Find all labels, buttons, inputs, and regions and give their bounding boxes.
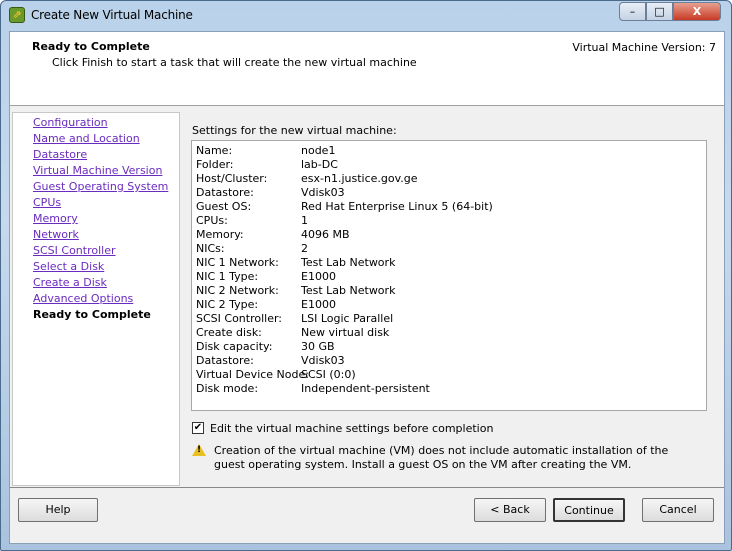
setting-value: Vdisk03 (301, 354, 345, 367)
settings-row: NIC 2 Type: E1000 (196, 298, 702, 312)
divider (10, 487, 724, 488)
nav-step-guest-operating-system[interactable]: Guest Operating System (33, 180, 168, 193)
setting-key: NIC 2 Type: (196, 298, 259, 311)
setting-key: Host/Cluster: (196, 172, 268, 185)
nav-step-ready-to-complete: Ready to Complete (33, 308, 151, 321)
minimize-button[interactable]: – (619, 2, 646, 21)
settings-row: NIC 2 Network: Test Lab Network (196, 284, 702, 298)
page-subtitle: Click Finish to start a task that will c… (52, 56, 417, 69)
settings-row: NIC 1 Type: E1000 (196, 270, 702, 284)
nav-step-advanced-options[interactable]: Advanced Options (33, 292, 133, 305)
setting-value: E1000 (301, 270, 336, 283)
warning-text: Creation of the virtual machine (VM) doe… (214, 444, 669, 471)
setting-value: esx-n1.justice.gov.ge (301, 172, 418, 185)
setting-key: Guest OS: (196, 200, 252, 213)
nav-step-scsi-controller[interactable]: SCSI Controller (33, 244, 116, 257)
setting-key: Name: (196, 144, 233, 157)
setting-value: Vdisk03 (301, 186, 345, 199)
nav-step-network[interactable]: Network (33, 228, 79, 241)
nav-step-configuration[interactable]: Configuration (33, 116, 108, 129)
settings-row: SCSI Controller: LSI Logic Parallel (196, 312, 702, 326)
nav-step-cpus[interactable]: CPUs (33, 196, 61, 209)
wizard-window: ⇗ Create New Virtual Machine – □ X Ready… (0, 0, 732, 551)
setting-key: Folder: (196, 158, 234, 171)
setting-key: Datastore: (196, 186, 254, 199)
settings-row: Datastore: Vdisk03 (196, 354, 702, 368)
setting-value: Red Hat Enterprise Linux 5 (64-bit) (301, 200, 493, 213)
setting-key: Datastore: (196, 354, 254, 367)
settings-row: Virtual Device Node: SCSI (0:0) (196, 368, 702, 382)
setting-key: Virtual Device Node: (196, 368, 309, 381)
setting-value: Test Lab Network (301, 284, 396, 297)
setting-key: NIC 1 Network: (196, 256, 279, 269)
wizard-content: Ready to Complete Click Finish to start … (9, 31, 725, 544)
help-button[interactable]: Help (18, 498, 98, 522)
back-button[interactable]: < Back (474, 498, 546, 522)
page-title: Ready to Complete (32, 40, 150, 53)
maximize-button[interactable]: □ (646, 2, 673, 21)
edit-settings-label[interactable]: Edit the virtual machine settings before… (210, 422, 493, 435)
settings-row: Disk mode: Independent-persistent (196, 382, 702, 396)
setting-value: 30 GB (301, 340, 335, 353)
settings-label: Settings for the new virtual machine: (192, 124, 397, 137)
setting-value: lab-DC (301, 158, 338, 171)
settings-row: Memory: 4096 MB (196, 228, 702, 242)
setting-value: E1000 (301, 298, 336, 311)
setting-value: Test Lab Network (301, 256, 396, 269)
settings-row: Datastore: Vdisk03 (196, 186, 702, 200)
setting-value: 4096 MB (301, 228, 350, 241)
cancel-button[interactable]: Cancel (642, 498, 714, 522)
setting-key: Memory: (196, 228, 244, 241)
settings-row: Create disk: New virtual disk (196, 326, 702, 340)
settings-row: NIC 1 Network: Test Lab Network (196, 256, 702, 270)
setting-key: SCSI Controller: (196, 312, 283, 325)
nav-step-name-and-location[interactable]: Name and Location (33, 132, 140, 145)
setting-value: node1 (301, 144, 336, 157)
setting-value: SCSI (0:0) (301, 368, 356, 381)
wizard-steps-nav: Configuration Name and Location Datastore V… (12, 112, 180, 486)
wizard-header: Ready to Complete Click Finish to start … (10, 32, 724, 106)
setting-key: Disk capacity: (196, 340, 273, 353)
settings-row: Guest OS: Red Hat Enterprise Linux 5 (64-… (196, 200, 702, 214)
setting-value: LSI Logic Parallel (301, 312, 394, 325)
setting-value: 1 (301, 214, 308, 227)
setting-key: CPUs: (196, 214, 228, 227)
settings-row: Name: node1 (196, 144, 702, 158)
settings-row: NICs: 2 (196, 242, 702, 256)
setting-value: New virtual disk (301, 326, 390, 339)
nav-step-virtual-machine-version[interactable]: Virtual Machine Version (33, 164, 162, 177)
vsphere-app-icon: ⇗ (9, 7, 25, 23)
setting-value: 2 (301, 242, 308, 255)
settings-row: Host/Cluster: esx-n1.justice.gov.ge (196, 172, 702, 186)
setting-key: NIC 1 Type: (196, 270, 259, 283)
nav-step-datastore[interactable]: Datastore (33, 148, 87, 161)
edit-settings-checkbox[interactable]: ✔ (192, 422, 204, 434)
settings-summary: Name: node1 Folder: lab-DC Host/Cluster: esx-… (191, 140, 707, 411)
vm-version: Virtual Machine Version: 7 (572, 41, 716, 54)
continue-button[interactable]: Continue (553, 498, 625, 522)
setting-key: NIC 2 Network: (196, 284, 279, 297)
nav-step-select-a-disk[interactable]: Select a Disk (33, 260, 104, 273)
settings-row: Disk capacity: 30 GB (196, 340, 702, 354)
window-title: Create New Virtual Machine (31, 8, 193, 22)
nav-step-create-a-disk[interactable]: Create a Disk (33, 276, 107, 289)
setting-key: NICs: (196, 242, 225, 255)
nav-step-memory[interactable]: Memory (33, 212, 78, 225)
setting-key: Disk mode: (196, 382, 259, 395)
settings-row: CPUs: 1 (196, 214, 702, 228)
setting-value: Independent-persistent (301, 382, 430, 395)
setting-key: Create disk: (196, 326, 262, 339)
warning-icon-mark: ! (197, 445, 202, 455)
close-button[interactable]: X (673, 2, 721, 21)
settings-row: Folder: lab-DC (196, 158, 702, 172)
